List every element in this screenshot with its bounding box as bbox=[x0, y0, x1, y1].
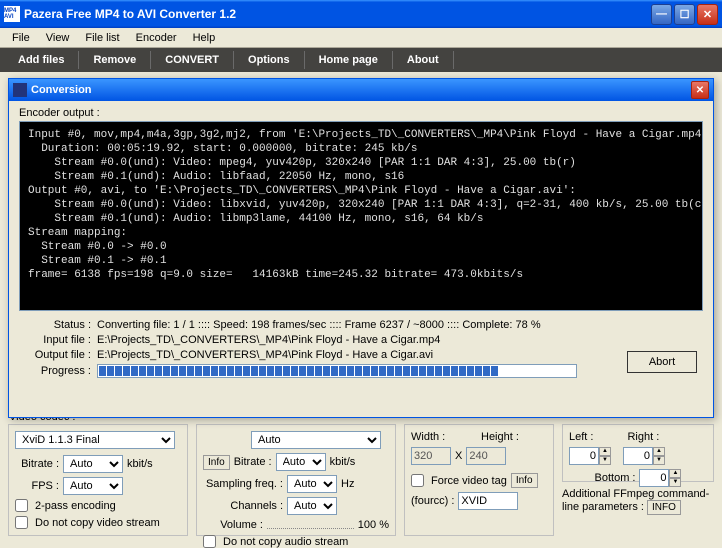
audio-bitrate-unit: kbit/s bbox=[330, 456, 356, 468]
minimize-button[interactable]: — bbox=[651, 4, 672, 25]
nocopy-video-label: Do not copy video stream bbox=[35, 517, 160, 529]
channels-select[interactable]: Auto bbox=[287, 497, 337, 515]
height-label: Height : bbox=[481, 431, 519, 443]
twopass-checkbox[interactable] bbox=[15, 499, 28, 512]
right-column: Left : Right : ▲▼ ▲▼ Bottom : ▲▼ Additio… bbox=[562, 424, 714, 536]
conversion-dialog: Conversion ✕ Encoder output : Input #0, … bbox=[8, 78, 714, 418]
sampling-unit: Hz bbox=[341, 478, 354, 490]
nocopy-audio-checkbox[interactable] bbox=[203, 535, 216, 548]
encoder-console: Input #0, mov,mp4,m4a,3gp,3g2,mj2, from … bbox=[19, 121, 703, 311]
close-button[interactable]: ✕ bbox=[697, 4, 718, 25]
abort-button[interactable]: Abort bbox=[627, 351, 697, 373]
menu-view[interactable]: View bbox=[38, 30, 78, 46]
video-bitrate-unit: kbit/s bbox=[127, 458, 153, 470]
toolbar: Add files Remove CONVERT Options Home pa… bbox=[0, 48, 722, 72]
toolbar-options[interactable]: Options bbox=[234, 51, 305, 69]
menu-filelist[interactable]: File list bbox=[77, 30, 127, 46]
nocopy-audio-label: Do not copy audio stream bbox=[223, 536, 348, 548]
fourcc-label: (fourcc) : bbox=[411, 495, 454, 507]
conversion-titlebar: Conversion ✕ bbox=[9, 79, 713, 101]
maximize-button[interactable]: ☐ bbox=[674, 4, 695, 25]
toolbar-homepage[interactable]: Home page bbox=[305, 51, 393, 69]
volume-label: Volume : bbox=[203, 519, 263, 531]
video-codec-select[interactable]: XviD 1.1.3 Final bbox=[15, 431, 175, 449]
width-label: Width : bbox=[411, 431, 445, 443]
app-icon: MP4 AVI bbox=[4, 6, 20, 22]
right-label: Right : bbox=[627, 431, 659, 443]
conversion-close-button[interactable]: ✕ bbox=[691, 81, 709, 99]
bottom-spinner[interactable]: ▲▼ bbox=[639, 469, 681, 487]
video-codec-group: Video codec : XviD 1.1.3 Final Bitrate :… bbox=[8, 424, 188, 536]
crop-group: Left : Right : ▲▼ ▲▼ Bottom : ▲▼ bbox=[562, 424, 714, 482]
menu-file[interactable]: File bbox=[4, 30, 38, 46]
menu-help[interactable]: Help bbox=[185, 30, 224, 46]
audio-group: Auto Info Bitrate : Auto kbit/s Sampling… bbox=[196, 424, 396, 536]
twopass-label: 2-pass encoding bbox=[35, 500, 116, 512]
right-spinner[interactable]: ▲▼ bbox=[623, 447, 665, 465]
size-group: Width : Height : X Force video tag Info … bbox=[404, 424, 554, 536]
status-label: Status : bbox=[19, 319, 97, 331]
size-info-button[interactable]: Info bbox=[511, 473, 538, 488]
menubar: File View File list Encoder Help bbox=[0, 28, 722, 48]
force-tag-checkbox[interactable] bbox=[411, 474, 424, 487]
sampling-select[interactable]: Auto bbox=[287, 475, 337, 493]
progress-bar bbox=[97, 364, 577, 378]
menu-encoder[interactable]: Encoder bbox=[128, 30, 185, 46]
width-input bbox=[411, 447, 451, 465]
toolbar-about[interactable]: About bbox=[393, 51, 454, 69]
window-title: Pazera Free MP4 to AVI Converter 1.2 bbox=[24, 7, 651, 21]
toolbar-addfiles[interactable]: Add files bbox=[4, 51, 79, 69]
conversion-title: Conversion bbox=[31, 84, 92, 96]
force-tag-label: Force video tag bbox=[431, 475, 507, 487]
sampling-label: Sampling freq. : bbox=[203, 478, 283, 490]
settings-area: Video codec : XviD 1.1.3 Final Bitrate :… bbox=[0, 420, 722, 540]
progress-label: Progress : bbox=[19, 365, 97, 377]
channels-label: Channels : bbox=[203, 500, 283, 512]
input-file-value: E:\Projects_TD\_CONVERTERS\_MP4\Pink Flo… bbox=[97, 334, 703, 346]
audio-info-button[interactable]: Info bbox=[203, 455, 230, 470]
toolbar-remove[interactable]: Remove bbox=[79, 51, 151, 69]
bottom-label: Bottom : bbox=[595, 472, 636, 484]
encoder-output-label: Encoder output : bbox=[19, 107, 703, 119]
left-label: Left : bbox=[569, 431, 593, 443]
titlebar: MP4 AVI Pazera Free MP4 to AVI Converter… bbox=[0, 0, 722, 28]
input-file-label: Input file : bbox=[19, 334, 97, 346]
left-spinner[interactable]: ▲▼ bbox=[569, 447, 611, 465]
volume-slider[interactable] bbox=[267, 521, 354, 529]
status-value: Converting file: 1 / 1 :::: Speed: 198 f… bbox=[97, 319, 703, 331]
video-fps-select[interactable]: Auto bbox=[63, 477, 123, 495]
x-sep: X bbox=[455, 450, 462, 462]
fourcc-input[interactable] bbox=[458, 492, 518, 510]
audio-top-select[interactable]: Auto bbox=[251, 431, 381, 449]
video-bitrate-label: Bitrate : bbox=[15, 458, 59, 470]
output-file-label: Output file : bbox=[19, 349, 97, 361]
output-file-value: E:\Projects_TD\_CONVERTERS\_MP4\Pink Flo… bbox=[97, 349, 703, 361]
audio-bitrate-select[interactable]: Auto bbox=[276, 453, 326, 471]
additional-info-button[interactable]: INFO bbox=[647, 500, 681, 515]
video-fps-label: FPS : bbox=[15, 480, 59, 492]
additional-label: Additional FFmpeg command-line parameter… bbox=[562, 488, 709, 513]
height-input bbox=[466, 447, 506, 465]
video-bitrate-select[interactable]: Auto bbox=[63, 455, 123, 473]
nocopy-video-checkbox[interactable] bbox=[15, 516, 28, 529]
audio-bitrate-label: Bitrate : bbox=[234, 456, 272, 468]
toolbar-convert[interactable]: CONVERT bbox=[151, 51, 234, 69]
volume-value: 100 % bbox=[358, 519, 389, 531]
conversion-icon bbox=[13, 83, 27, 97]
